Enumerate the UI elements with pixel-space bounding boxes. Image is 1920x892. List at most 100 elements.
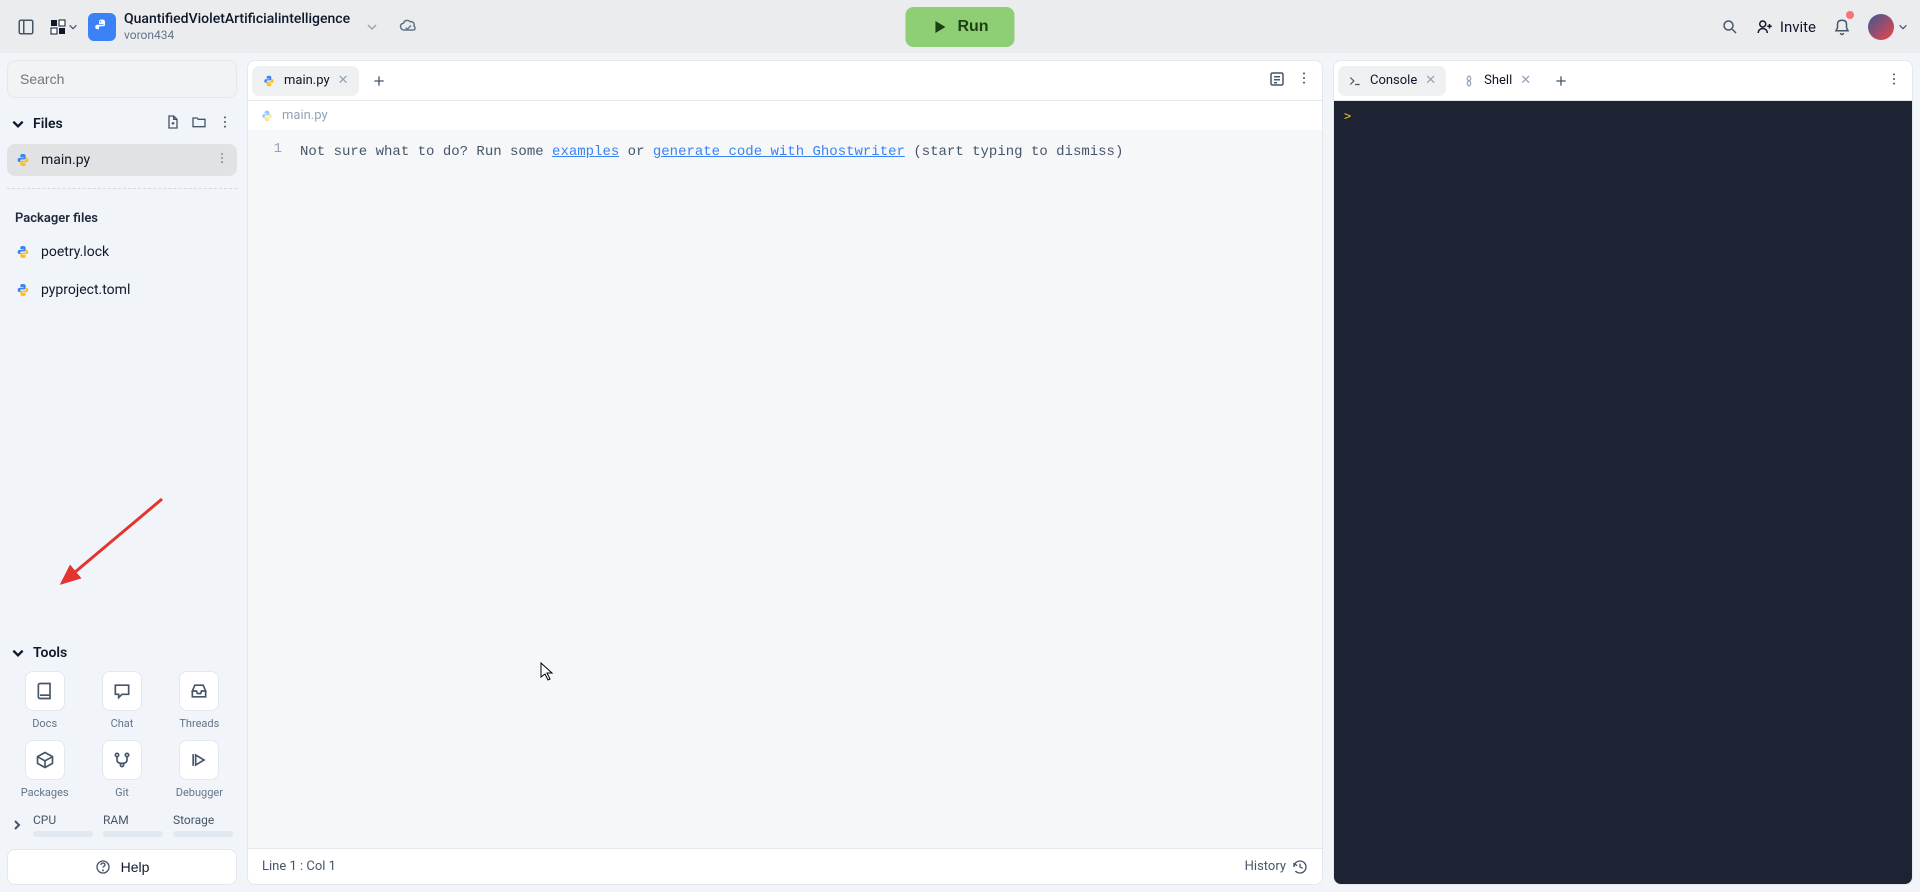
new-folder-button[interactable] [191, 114, 207, 134]
tool-label: Docs [32, 717, 57, 730]
file-item-poetry-lock[interactable]: poetry.lock [7, 236, 237, 268]
tab-label: Shell [1484, 73, 1512, 88]
tab-label: main.py [284, 73, 330, 88]
code-area[interactable]: Not sure what to do? Run some examples o… [292, 131, 1322, 848]
chevron-down-icon[interactable] [11, 646, 25, 660]
tool-label: Chat [111, 717, 134, 730]
right-panel: Console ✕ Shell ✕ > [1333, 60, 1913, 885]
python-icon [15, 282, 31, 298]
python-icon [262, 74, 276, 88]
project-user[interactable]: voron434 [124, 28, 350, 42]
new-file-button[interactable] [165, 114, 181, 134]
app-header: QuantifiedVioletArtificialintelligence v… [0, 0, 1920, 53]
editor-panel: main.py ✕ main.py 1 Not sure what to do?… [247, 60, 1323, 885]
search-input[interactable] [7, 60, 237, 98]
console-icon [1348, 74, 1362, 88]
tab-main-py[interactable]: main.py ✕ [252, 66, 359, 96]
search-button[interactable] [1716, 13, 1744, 41]
run-button-label: Run [957, 18, 988, 36]
file-name: poetry.lock [41, 244, 109, 260]
tab-console[interactable]: Console ✕ [1338, 66, 1446, 96]
bell-icon [1833, 18, 1851, 36]
notifications-button[interactable] [1828, 13, 1856, 41]
history-label: History [1245, 859, 1286, 874]
chevron-right-icon[interactable] [11, 819, 23, 831]
run-button[interactable]: Run [905, 7, 1014, 47]
chevron-down-icon[interactable] [11, 117, 25, 131]
status-bar: Line 1 : Col 1 History [248, 848, 1322, 884]
project-title[interactable]: QuantifiedVioletArtificialintelligence [124, 11, 350, 28]
main-area: Files main.py Packager files poetry.lock [0, 53, 1920, 892]
tool-label: Debugger [176, 786, 223, 799]
files-header[interactable]: Files [33, 116, 63, 132]
right-tabs: Console ✕ Shell ✕ [1334, 61, 1912, 101]
metric-cpu[interactable]: CPU [33, 813, 93, 837]
shell-icon [1462, 74, 1476, 88]
file-more-button[interactable] [215, 151, 229, 169]
code-editor[interactable]: 1 Not sure what to do? Run some examples… [248, 131, 1322, 848]
new-tab-button[interactable] [1547, 67, 1575, 95]
chevron-down-icon [1898, 22, 1908, 32]
file-item-main[interactable]: main.py [7, 144, 237, 176]
divider [7, 188, 237, 189]
breadcrumb-file[interactable]: main.py [282, 108, 328, 123]
console-prompt: > [1344, 109, 1351, 123]
search-icon [1721, 18, 1739, 36]
tool-chat[interactable]: Chat [88, 671, 155, 730]
packager-header: Packager files [7, 201, 237, 230]
python-icon [15, 244, 31, 260]
invite-icon [1756, 18, 1774, 36]
tool-packages[interactable]: Packages [11, 740, 78, 799]
gutter: 1 [248, 131, 292, 848]
close-tab-button[interactable]: ✕ [1425, 73, 1436, 88]
toggle-sidebar-button[interactable] [12, 13, 40, 41]
package-icon [35, 750, 55, 770]
file-item-pyproject[interactable]: pyproject.toml [7, 274, 237, 306]
file-name: pyproject.toml [41, 282, 130, 298]
layout-dropdown-button[interactable] [50, 13, 78, 41]
invite-label: Invite [1780, 18, 1816, 36]
tab-shell[interactable]: Shell ✕ [1452, 66, 1541, 96]
tool-label: Threads [179, 717, 219, 730]
notification-dot [1846, 11, 1854, 19]
examples-link[interactable]: examples [552, 144, 619, 160]
metric-storage[interactable]: Storage [173, 813, 233, 837]
sidebar: Files main.py Packager files poetry.lock [7, 60, 237, 885]
right-more-button[interactable] [1886, 71, 1902, 91]
hint-text: Not sure what to do? Run some [300, 144, 552, 160]
python-icon [260, 109, 274, 123]
tool-git[interactable]: Git [88, 740, 155, 799]
editor-settings-button[interactable] [1268, 70, 1286, 92]
files-more-button[interactable] [217, 114, 233, 134]
debugger-icon [189, 750, 209, 770]
file-name: main.py [41, 152, 90, 168]
invite-button[interactable]: Invite [1756, 18, 1816, 36]
tools-header[interactable]: Tools [33, 645, 67, 661]
tool-label: Packages [21, 786, 69, 799]
new-tab-button[interactable] [365, 67, 393, 95]
help-button[interactable]: Help [7, 849, 237, 885]
play-icon [931, 19, 947, 35]
console-output[interactable]: > [1334, 101, 1912, 884]
history-button[interactable]: History [1245, 859, 1308, 875]
avatar [1868, 14, 1894, 40]
python-icon [15, 152, 31, 168]
sync-indicator-icon[interactable] [394, 13, 422, 41]
tool-docs[interactable]: Docs [11, 671, 78, 730]
editor-more-button[interactable] [1296, 70, 1312, 92]
history-icon [1292, 859, 1308, 875]
project-dropdown-button[interactable] [358, 13, 386, 41]
cursor-position[interactable]: Line 1 : Col 1 [262, 859, 336, 874]
avatar-menu[interactable] [1868, 14, 1908, 40]
book-icon [35, 681, 55, 701]
tool-threads[interactable]: Threads [166, 671, 233, 730]
tab-label: Console [1370, 73, 1417, 88]
close-tab-button[interactable]: ✕ [338, 73, 349, 88]
metric-ram[interactable]: RAM [103, 813, 163, 837]
ghostwriter-link[interactable]: generate code with Ghostwriter [653, 144, 905, 160]
project-logo-icon [88, 13, 116, 41]
breadcrumb: main.py [248, 101, 1322, 131]
tool-debugger[interactable]: Debugger [166, 740, 233, 799]
close-tab-button[interactable]: ✕ [1520, 73, 1531, 88]
help-label: Help [121, 859, 150, 875]
